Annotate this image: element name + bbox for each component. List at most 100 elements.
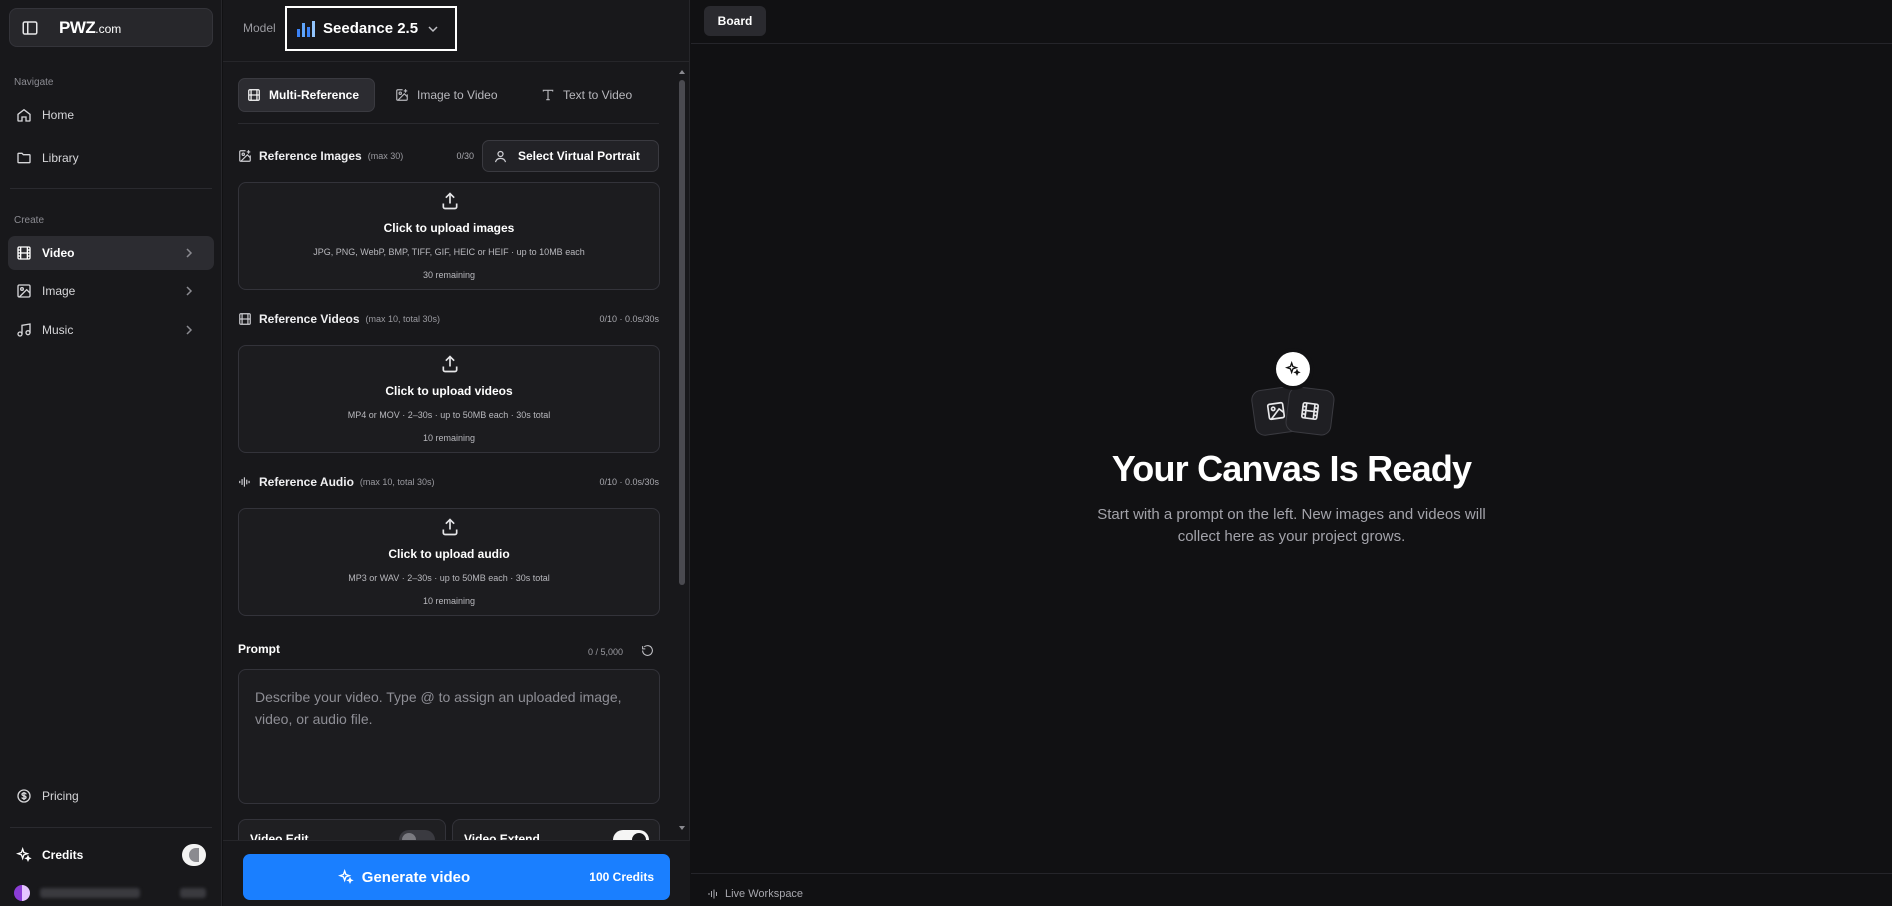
sparkles-icon [1284,361,1301,377]
generate-video-button[interactable]: Generate video 100 Credits [243,854,670,900]
section-title: Reference Videos [259,312,360,326]
film-icon [1300,401,1319,421]
chevron-down-icon [428,25,438,32]
sidebar-item-video[interactable]: Video [8,236,214,270]
nav-section-navigate: Navigate [14,77,54,88]
tab-image-to-video[interactable]: Image to Video [387,78,513,112]
tab-label: Multi-Reference [269,88,360,102]
generate-bar: Generate video 100 Credits [223,840,690,906]
sidebar-item-pricing[interactable]: Pricing [8,779,214,813]
upload-title: Click to upload images [383,221,515,235]
audio-upload-dropzone[interactable]: Click to upload audio MP3 or WAV · 2–30s… [238,508,660,616]
upload-icon [442,355,458,373]
redacted-info [180,888,206,898]
select-virtual-portrait-button[interactable]: Select Virtual Portrait [482,140,659,172]
half-moon-icon [189,848,199,862]
avatar[interactable] [14,885,30,901]
reference-audio-header: Reference Audio (max 10, total 30s) 0/10… [238,469,659,495]
video-card [1283,385,1336,437]
sidebar-divider [10,827,212,828]
tab-multi-reference[interactable]: Multi-Reference [238,78,375,112]
sidebar-item-label: Home [42,108,75,122]
section-note: (max 10, total 30s) [365,314,441,324]
section-note: (max 30) [367,151,404,161]
theme-toggle[interactable] [182,844,206,866]
upload-icon [442,518,458,536]
sidebar-divider [10,188,212,189]
reference-videos-header: Reference Videos (max 10, total 30s) 0/1… [238,306,659,332]
sidebar: PWZ.com Navigate Home Library Create Vid… [0,0,222,906]
chevron-right-icon [186,286,193,296]
upload-title: Click to upload videos [385,384,513,398]
generate-label-wrap: Generate video [243,854,565,900]
chevron-right-icon [186,248,193,258]
image-upload-dropzone[interactable]: Click to upload images JPG, PNG, WebP, B… [238,182,660,290]
sidebar-item-label: Pricing [42,789,79,803]
audio-count: 0/10 · 0.0s/30s [599,477,659,487]
canvas-subtitle: Start with a prompt on the left. New ima… [1097,506,1486,545]
mode-tabs: Multi-Reference Image to Video Text to V… [238,78,659,124]
section-note: (max 10, total 30s) [359,477,435,487]
tab-label: Text to Video [563,88,633,102]
sidebar-toggle-icon[interactable] [21,19,39,37]
credits-row[interactable]: Credits [8,840,214,870]
brand-logo[interactable]: PWZ.com [59,18,121,38]
image-plus-icon [239,150,251,162]
upload-formats: MP4 or MOV · 2–30s · up to 50MB each · 3… [347,410,551,420]
music-icon [17,323,31,337]
prompt-input[interactable] [238,669,660,804]
live-workspace-indicator: Live Workspace [707,888,803,900]
image-plus-icon [396,89,408,101]
board-button[interactable]: Board [704,6,766,36]
user-account[interactable] [14,884,214,902]
tab-text-to-video[interactable]: Text to Video [533,78,653,112]
upload-formats: MP3 or WAV · 2–30s · up to 50MB each · 3… [348,573,550,583]
panel-scrollbar[interactable] [678,70,686,840]
prompt-title: Prompt [238,642,280,656]
folder-icon [17,152,31,164]
sidebar-item-image[interactable]: Image [8,274,214,308]
video-upload-dropzone[interactable]: Click to upload videos MP4 or MOV · 2–30… [238,345,660,453]
activity-icon [708,889,717,899]
app-root: PWZ.com Navigate Home Library Create Vid… [0,0,1892,906]
sidebar-item-label: Image [42,284,76,298]
dollar-circle-icon [17,789,31,803]
generate-credits: 100 Credits [589,870,654,884]
sparkles-icon [16,847,32,863]
credits-label: Credits [42,848,84,862]
canvas-title: Your Canvas Is Ready [1111,448,1472,489]
sidebar-item-library[interactable]: Library [8,141,214,175]
model-label: Model [243,21,276,35]
sidebar-item-music[interactable]: Music [8,313,214,347]
nav-section-create: Create [14,215,45,226]
scroll-down-arrow[interactable] [679,826,685,830]
scroll-thumb[interactable] [679,80,685,585]
upload-remaining: 30 remaining [422,270,476,280]
scroll-up-arrow[interactable] [679,70,685,74]
text-icon [542,89,554,101]
section-title: Reference Images [259,149,362,163]
film-icon [239,313,251,325]
sparkle-badge [1275,352,1310,386]
film-icon [248,89,260,101]
brand-header[interactable]: PWZ.com [9,8,213,47]
canvas-toolbar: Board [691,0,1892,44]
upload-remaining: 10 remaining [422,596,476,606]
image-count: 0/30 [456,151,474,161]
sidebar-item-home[interactable]: Home [8,98,214,132]
button-label: Select Virtual Portrait [518,149,640,163]
model-selector[interactable]: Seedance 2.5 [285,6,457,51]
empty-state: Your Canvas Is Ready Start with a prompt… [691,352,1892,548]
film-icon [17,246,31,260]
prompt-char-count: 0 / 5,000 [587,647,623,657]
chevron-right-icon [186,325,193,335]
reset-icon[interactable] [641,644,654,657]
audio-waveform-icon [239,477,250,487]
prompt-header: Prompt 0 / 5,000 [238,642,659,662]
upload-remaining: 10 remaining [422,433,476,443]
sidebar-item-label: Library [42,151,79,165]
model-bar: Model Seedance 2.5 [223,0,690,62]
canvas-area: Board Your Canvas Is Ready Start with a … [691,0,1892,906]
image-icon [17,284,31,298]
sparkles-icon [337,869,354,885]
